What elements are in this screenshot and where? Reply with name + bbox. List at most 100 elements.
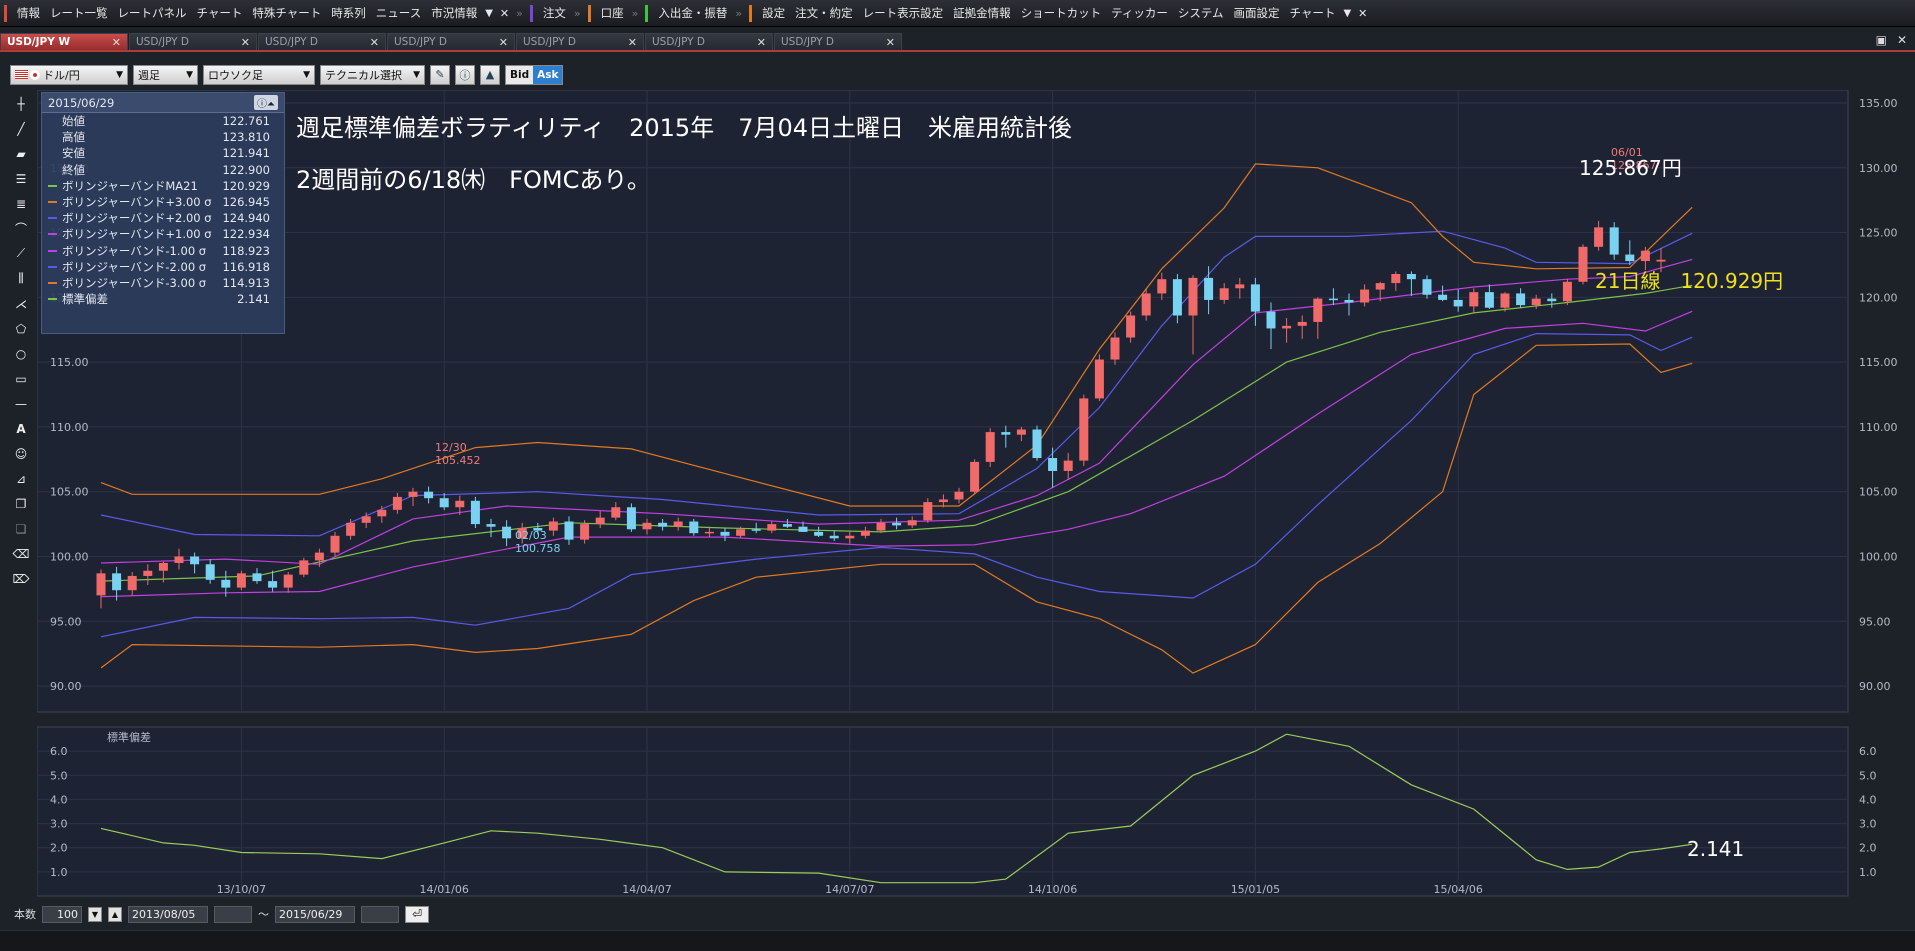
eraser-all-icon[interactable]: ⌦ xyxy=(10,567,32,590)
menu-item[interactable]: 証拠金情報 xyxy=(948,5,1016,21)
text-tool-icon[interactable]: A xyxy=(10,417,32,440)
eraser-icon[interactable]: ⌫ xyxy=(10,542,32,565)
info-row-label: 始値 xyxy=(62,114,85,129)
start-time-input[interactable] xyxy=(214,905,252,923)
expand-icon[interactable]: » xyxy=(571,7,584,20)
legend-swatch xyxy=(48,120,57,122)
fan-lines-icon[interactable]: ⟋ xyxy=(10,242,32,265)
copy-icon[interactable]: ❐ xyxy=(10,492,32,515)
end-date-input[interactable]: 2015/06/29 xyxy=(275,905,355,923)
maximize-icon[interactable]: ▣ xyxy=(1876,33,1887,47)
chart-tab[interactable]: USD/JPY D ✕ xyxy=(774,33,902,50)
tab-close-icon[interactable]: ✕ xyxy=(370,36,379,49)
close-icon[interactable]: ✕ xyxy=(1354,7,1371,20)
channel-lines-icon[interactable]: ≣ xyxy=(10,192,32,215)
chart-tab[interactable]: USD/JPY D ✕ xyxy=(516,33,644,50)
trendline-icon[interactable]: ╱ xyxy=(10,117,32,140)
info-row-label: 高値 xyxy=(62,130,85,145)
bid-ask-toggle[interactable]: Bid Ask xyxy=(505,64,564,85)
menu-item[interactable]: チャート xyxy=(192,5,248,21)
menu-item[interactable]: ニュース xyxy=(371,5,426,21)
legend-swatch xyxy=(48,201,57,204)
end-time-input[interactable] xyxy=(361,905,399,923)
vertical-lines-icon[interactable]: ⫼ xyxy=(10,267,32,290)
expand-icon[interactable]: » xyxy=(513,7,526,20)
chart-tab[interactable]: USD/JPY D ✕ xyxy=(645,33,773,50)
return-icon[interactable]: ⏎ xyxy=(405,905,429,923)
menu-item[interactable]: 注文・約定 xyxy=(790,5,858,21)
tab-close-icon[interactable]: ✕ xyxy=(886,36,895,49)
rectangle-icon[interactable]: ▭ xyxy=(10,367,32,390)
candle-body xyxy=(1110,337,1120,360)
chart-kind-select[interactable]: ロウソク足 ▼ xyxy=(203,64,315,85)
menu-item[interactable]: レートパネル xyxy=(113,5,192,21)
count-down-icon[interactable]: ▼ xyxy=(88,906,102,922)
mountain-chart-icon[interactable]: ▲ xyxy=(480,64,500,85)
status-strip xyxy=(0,930,1915,951)
menu-item[interactable]: 時系列 xyxy=(326,5,371,21)
menu-item[interactable]: ショートカット xyxy=(1016,5,1107,21)
menu-item[interactable]: チャート xyxy=(1285,5,1341,21)
chevron-down-icon[interactable]: ▼ xyxy=(1340,8,1354,19)
menu-item[interactable]: ティッカー xyxy=(1106,5,1173,21)
close-icon[interactable]: ✕ xyxy=(496,7,513,20)
bid-button[interactable]: Bid xyxy=(506,65,534,84)
menu-item[interactable]: 口座 xyxy=(596,5,629,21)
pencil-icon[interactable]: ✎ xyxy=(430,64,450,85)
info-icon[interactable]: ⓘ xyxy=(455,64,475,85)
sub-y-tick-label: 5.0 xyxy=(1859,769,1877,782)
ruler-icon[interactable]: ▰ xyxy=(10,142,32,165)
annotation-title: 週足標準偏差ボラティリティ 2015年 7月04日土曜日 米雇用統計後 xyxy=(296,114,1073,142)
candle-body xyxy=(814,531,824,536)
menu-item[interactable]: 特殊チャート xyxy=(247,5,326,21)
period-select[interactable]: 週足 ▼ xyxy=(133,64,198,85)
fibonacci-arc-icon[interactable]: ⌒ xyxy=(10,217,32,240)
tab-close-icon[interactable]: ✕ xyxy=(499,36,508,49)
tab-close-icon[interactable]: ✕ xyxy=(757,36,766,49)
info-row-value: 122.761 xyxy=(222,114,270,129)
close-icon[interactable]: ✕ xyxy=(1897,33,1907,47)
chart-tab[interactable]: USD/JPY D ✕ xyxy=(258,33,386,50)
tab-close-icon[interactable]: ✕ xyxy=(112,36,121,49)
start-date-input[interactable]: 2013/08/05 xyxy=(128,905,208,923)
chevron-down-icon: ▼ xyxy=(303,69,310,80)
menu-item[interactable]: レート表示設定 xyxy=(858,5,949,21)
candle-body xyxy=(985,432,995,462)
currency-pair-select[interactable]: ドル/円 ▼ xyxy=(10,64,128,85)
menu-item[interactable]: 市況情報 xyxy=(426,5,482,21)
menu-item[interactable]: 情報 xyxy=(12,5,45,21)
smiley-icon[interactable]: ☺ xyxy=(10,442,32,465)
ask-button[interactable]: Ask xyxy=(533,65,563,84)
menu-item[interactable]: 入出金・振替 xyxy=(653,5,732,21)
price-chart[interactable]: 90.00 90.00 95.00 95.00 100.00 100.00 105.00 10… xyxy=(37,90,1899,898)
chart-tab[interactable]: USD/JPY D ✕ xyxy=(129,33,257,50)
info-row-label-wrap: ボリンジャーバンド+2.00 σ xyxy=(48,210,212,226)
chart-tab[interactable]: USD/JPY D ✕ xyxy=(387,33,515,50)
horizontal-line-icon[interactable]: ☰ xyxy=(10,167,32,190)
hline-tool-icon[interactable]: — xyxy=(10,392,32,415)
chevron-down-icon[interactable]: ▼ xyxy=(482,8,496,19)
expand-icon[interactable]: » xyxy=(629,7,642,20)
pitchfork-icon[interactable]: ⋌ xyxy=(10,292,32,315)
menu-item[interactable]: 画面設定 xyxy=(1229,5,1285,21)
tab-close-icon[interactable]: ✕ xyxy=(628,36,637,49)
pin-icon[interactable]: ⊿ xyxy=(10,467,32,490)
crosshair-icon[interactable]: ┼ xyxy=(10,92,32,115)
y-tick-label-left: 115.00 xyxy=(50,356,89,369)
menu-item[interactable]: レート一覧 xyxy=(45,5,113,21)
pentagon-icon[interactable]: ⬠ xyxy=(10,317,32,340)
label-feb-value: 100.758 xyxy=(515,542,561,555)
info-collapse-icon[interactable]: ⓘ⏶ xyxy=(254,95,278,110)
menu-item[interactable]: 注文 xyxy=(538,5,571,21)
info-row-label-wrap: 終値 xyxy=(48,162,85,178)
count-up-icon[interactable]: ▲ xyxy=(108,906,122,922)
tab-close-icon[interactable]: ✕ xyxy=(241,36,250,49)
menu-item[interactable]: システム xyxy=(1173,5,1229,21)
chart-tab[interactable]: USD/JPY W ✕ xyxy=(0,33,128,50)
menu-item[interactable]: 設定 xyxy=(757,5,790,21)
paste-icon[interactable]: ❏ xyxy=(10,517,32,540)
bars-count-input[interactable]: 100 xyxy=(42,905,82,923)
technical-select[interactable]: テクニカル選択 ▼ xyxy=(320,64,425,85)
circle-icon[interactable]: ○ xyxy=(10,342,32,365)
expand-icon[interactable]: » xyxy=(732,7,745,20)
